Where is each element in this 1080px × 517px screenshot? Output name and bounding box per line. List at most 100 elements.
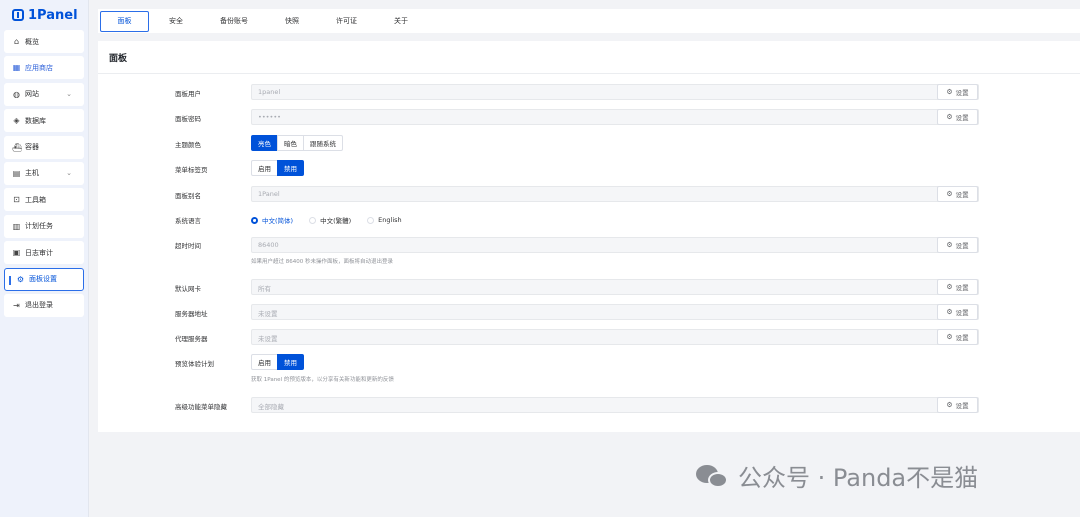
- language-option-zh-hans[interactable]: 中文(简体): [251, 215, 293, 225]
- panel-user-set-button[interactable]: ⚙ 设置: [937, 84, 978, 100]
- preview-program-hint: 获取 1Panel 的预览版本，以分享有关新功能和更新的反馈: [251, 377, 394, 383]
- proxy-value: 未设置: [258, 335, 278, 343]
- theme-option-light[interactable]: 亮色: [251, 135, 278, 151]
- database-icon: ◈: [13, 116, 20, 126]
- sidebar-item-logs[interactable]: ▣ 日志审计: [4, 241, 84, 265]
- sidebar-item-settings[interactable]: ⚙ 面板设置: [4, 267, 84, 291]
- chevron-down-icon: ⌄: [66, 168, 72, 177]
- sidebar-item-label: 日志审计: [25, 248, 53, 257]
- set-label: 设置: [955, 114, 969, 122]
- language-option-en[interactable]: English: [367, 216, 402, 224]
- toolbox-icon: ⊡: [13, 195, 20, 205]
- panel-user-field: 1panel ⚙ 设置: [251, 84, 979, 100]
- sidebar-item-label: 工具箱: [25, 195, 46, 204]
- sidebar-item-label: 主机: [25, 169, 39, 178]
- preview-option-enable[interactable]: 启用: [251, 354, 278, 370]
- gear-icon: ⚙: [946, 241, 953, 249]
- radio-dot: [367, 216, 375, 224]
- sidebar-item-label: 概览: [25, 37, 39, 46]
- tasks-icon: ▥: [12, 221, 21, 231]
- sidebar-item-label: 网站: [25, 90, 39, 99]
- sidebar-item-database[interactable]: ◈ 数据库: [4, 109, 84, 133]
- sidebar: 1Panel ⌂ 概览 ▦ 应用商店 ◍ 网站 ⌄ ◈ 数据库 ⛴ 容器 ▤ 主…: [0, 0, 89, 517]
- page-title: 面板: [109, 54, 128, 64]
- advanced-menu-label: 高级功能菜单隐藏: [175, 403, 227, 411]
- host-icon: ▤: [12, 168, 21, 178]
- menu-tabs-option-disable[interactable]: 禁用: [277, 160, 304, 176]
- language-option-zh-hant[interactable]: 中文(繁體): [309, 215, 351, 225]
- timeout-value: 86400: [258, 241, 279, 249]
- globe-icon: ◍: [13, 89, 20, 99]
- gear-icon: ⚙: [946, 88, 953, 96]
- timeout-field: 86400 ⚙ 设置: [251, 237, 979, 253]
- server-address-set-button[interactable]: ⚙ 设置: [937, 304, 978, 320]
- sidebar-item-toolbox[interactable]: ⊡ 工具箱: [4, 188, 84, 212]
- timeout-set-button[interactable]: ⚙ 设置: [937, 237, 978, 253]
- gear-icon: ⚙: [946, 308, 953, 316]
- server-address-value: 未设置: [258, 310, 278, 318]
- tab-snapshot[interactable]: 快照: [268, 11, 316, 32]
- apps-grid-icon: ▦: [12, 63, 21, 73]
- proxy-set-button[interactable]: ⚙ 设置: [937, 329, 978, 345]
- radio-label: 中文(繁體): [320, 217, 352, 225]
- tab-backup-accounts[interactable]: 备份账号: [203, 11, 265, 32]
- sidebar-item-overview[interactable]: ⌂ 概览: [4, 30, 84, 53]
- sidebar-item-label: 数据库: [25, 116, 46, 125]
- theme-option-dark[interactable]: 暗色: [277, 135, 304, 151]
- set-label: 设置: [955, 309, 969, 317]
- set-label: 设置: [955, 89, 969, 97]
- logo-text: 1Panel: [28, 7, 78, 23]
- gear-icon: ⚙: [946, 333, 953, 341]
- timeout-label: 超时时间: [175, 242, 201, 250]
- theme-segmented: 亮色 暗色 跟随系统: [251, 135, 343, 151]
- server-address-label: 服务器地址: [175, 310, 208, 318]
- logo-icon: [12, 9, 24, 21]
- sidebar-nav: ⌂ 概览 ▦ 应用商店 ◍ 网站 ⌄ ◈ 数据库 ⛴ 容器 ▤ 主机 ⌄ ⊡ 工…: [0, 30, 88, 317]
- preview-program-segmented: 启用 禁用: [251, 354, 304, 370]
- sidebar-item-label: 面板设置: [29, 275, 57, 284]
- sidebar-item-cron[interactable]: ▥ 计划任务: [4, 214, 84, 238]
- sidebar-item-label: 退出登录: [25, 301, 53, 310]
- panel-alias-field: 1Panel ⚙ 设置: [251, 186, 979, 202]
- sidebar-item-label: 应用商店: [25, 63, 53, 72]
- logout-icon: ⇥: [13, 300, 20, 310]
- wechat-icon: [696, 463, 728, 489]
- nic-set-button[interactable]: ⚙ 设置: [937, 279, 978, 295]
- set-label: 设置: [955, 284, 969, 292]
- gear-icon: ⚙: [946, 401, 953, 409]
- menu-tabs-option-enable[interactable]: 启用: [251, 160, 278, 176]
- nic-field: 所有 ⚙ 设置: [251, 279, 979, 295]
- sidebar-item-app-store[interactable]: ▦ 应用商店: [4, 56, 84, 80]
- watermark-text: 公众号 · Panda不是猫: [738, 464, 979, 492]
- set-label: 设置: [955, 191, 969, 199]
- panel-password-set-button[interactable]: ⚙ 设置: [937, 109, 978, 125]
- panel-alias-set-button[interactable]: ⚙ 设置: [937, 186, 978, 202]
- settings-tabs: 面板 安全 备份账号 快照 许可证 关于: [98, 9, 1080, 33]
- tab-panel[interactable]: 面板: [100, 10, 149, 32]
- advanced-menu-field: 全部隐藏 ⚙ 设置: [251, 397, 979, 413]
- sidebar-item-logout[interactable]: ⇥ 退出登录: [4, 293, 84, 317]
- radio-label: 中文(简体): [262, 217, 294, 225]
- tab-security[interactable]: 安全: [152, 11, 200, 32]
- set-label: 设置: [955, 402, 969, 410]
- tab-about[interactable]: 关于: [377, 11, 425, 32]
- panel-user-value: 1panel: [258, 88, 281, 96]
- proxy-field: 未设置 ⚙ 设置: [251, 329, 979, 345]
- gear-icon: ⚙: [16, 274, 25, 284]
- sidebar-item-container[interactable]: ⛴ 容器: [4, 135, 84, 159]
- settings-panel: 面板 面板用户 1panel ⚙ 设置 面板密码 •••••• ⚙ 设置 主题颜色 …: [98, 41, 1080, 432]
- theme-option-system[interactable]: 跟随系统: [303, 135, 343, 151]
- app-logo[interactable]: 1Panel: [0, 0, 88, 30]
- panel-password-value: ••••••: [258, 113, 282, 121]
- preview-option-disable[interactable]: 禁用: [277, 354, 304, 370]
- gear-icon: ⚙: [946, 283, 953, 291]
- container-icon: ⛴: [12, 142, 23, 152]
- sidebar-item-host[interactable]: ▤ 主机 ⌄: [4, 161, 84, 185]
- language-radio-group: 中文(简体) 中文(繁體) English: [251, 215, 418, 225]
- sidebar-item-website[interactable]: ◍ 网站 ⌄: [4, 82, 84, 106]
- menu-tabs-label: 菜单标签页: [175, 166, 208, 174]
- log-icon: ▣: [12, 248, 21, 258]
- proxy-label: 代理服务器: [175, 335, 208, 343]
- advanced-menu-set-button[interactable]: ⚙ 设置: [937, 397, 978, 413]
- tab-license[interactable]: 许可证: [319, 11, 374, 32]
